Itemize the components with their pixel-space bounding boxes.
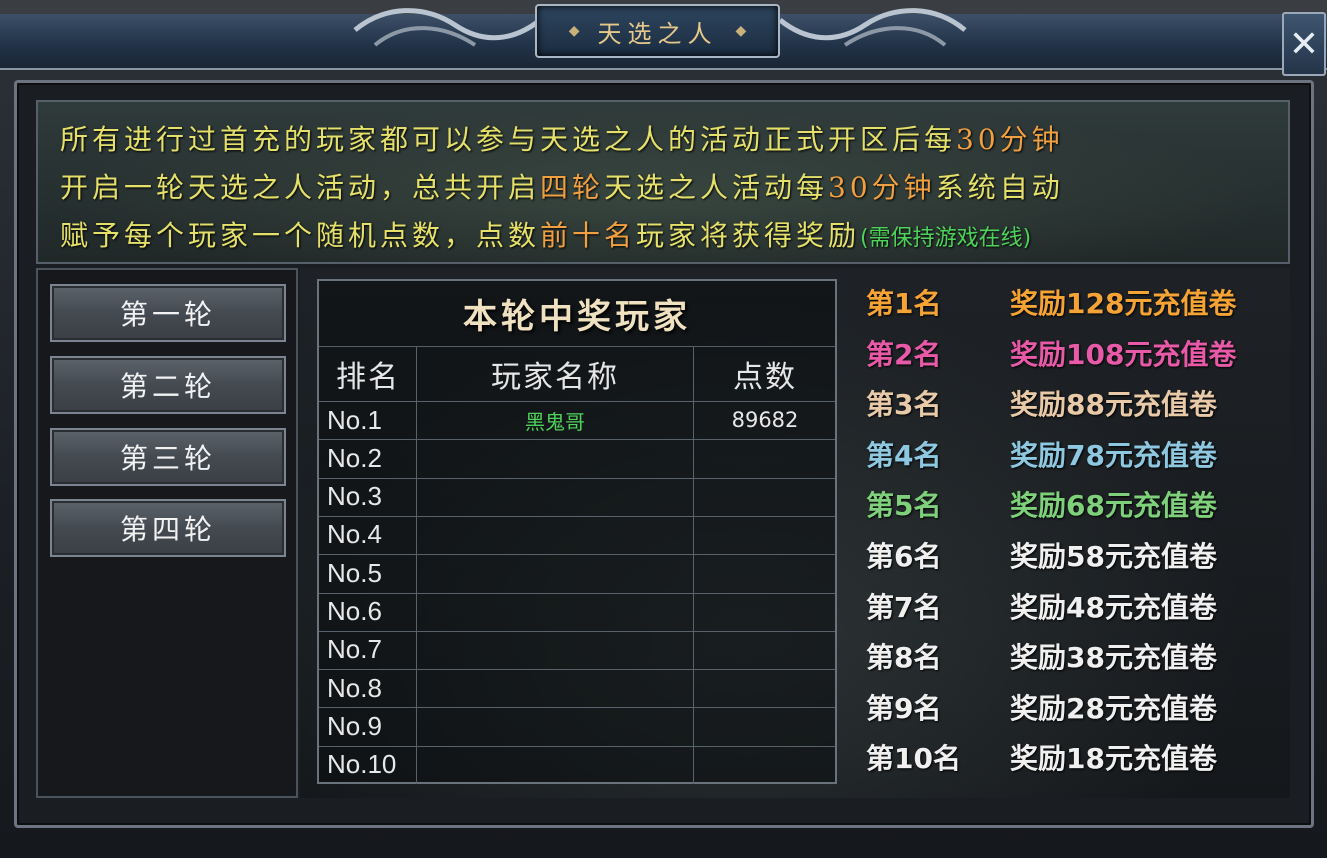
rank-cell: No.7 bbox=[327, 634, 382, 665]
rank-cell: No.4 bbox=[327, 519, 382, 550]
reward-text: 奖励18元充值卷 bbox=[1010, 742, 1217, 776]
desc-highlight: 四轮 bbox=[540, 171, 605, 204]
reward-text: 奖励48元充值卷 bbox=[1010, 590, 1217, 624]
left-ornament-icon bbox=[353, 8, 542, 47]
right-ornament-icon bbox=[778, 8, 967, 47]
event-description: 所有进行过首充的玩家都可以参与天选之人的活动正式开区后每30分钟 开启一轮天选之… bbox=[36, 100, 1290, 264]
rank-cell: No.3 bbox=[327, 481, 382, 512]
round-3-button[interactable]: 第三轮 bbox=[50, 428, 286, 486]
description-line-2: 开启一轮天选之人活动，总共开启四轮天选之人活动每30分钟系统自动 bbox=[60, 164, 1268, 212]
description-line-1: 所有进行过首充的玩家都可以参与天选之人的活动正式开区后每30分钟 bbox=[60, 116, 1268, 164]
reward-rank: 第1名 bbox=[866, 287, 942, 320]
desc-text: 系统自动 bbox=[935, 171, 1064, 204]
player-name-cell bbox=[417, 593, 693, 631]
diamond-icon: ◆ bbox=[735, 23, 747, 39]
player-name-cell bbox=[417, 439, 693, 477]
player-name-cell bbox=[417, 669, 693, 707]
reward-rank: 第2名 bbox=[866, 337, 942, 371]
rounds-panel: 第一轮 第二轮 第三轮 第四轮 bbox=[36, 268, 298, 798]
score-cell bbox=[695, 554, 835, 592]
score-cell bbox=[695, 516, 835, 554]
player-name-cell bbox=[417, 746, 693, 784]
rank-cell: No.9 bbox=[327, 710, 382, 741]
rank-cell: No.8 bbox=[327, 672, 382, 703]
desc-text: 开启一轮天选之人活动，总共开启 bbox=[60, 171, 541, 204]
score-cell: 89682 bbox=[731, 408, 799, 432]
title-plate: ◆ 天选之人 ◆ bbox=[535, 4, 780, 58]
column-divider bbox=[693, 347, 694, 784]
game-scene: ◆ 天选之人 ◆ ✕ 所有进行过首充的玩家都可以参与天选之人的活动正式开区后每3… bbox=[0, 0, 1327, 858]
column-header-name: 玩家名称 bbox=[491, 360, 619, 395]
score-cell bbox=[695, 631, 835, 669]
reward-row: 第5名 奖励68元充值卷 bbox=[866, 479, 1286, 529]
description-line-3: 赋予每个玩家一个随机点数，点数前十名玩家将获得奖励(需保持游戏在线) bbox=[60, 212, 1268, 263]
score-cell bbox=[695, 478, 835, 516]
round-4-button[interactable]: 第四轮 bbox=[50, 499, 286, 557]
reward-rank: 第10名 bbox=[866, 742, 961, 776]
reward-rank: 第5名 bbox=[866, 489, 942, 523]
reward-row: 第9名 奖励28元充值卷 bbox=[866, 682, 1286, 732]
desc-highlight: 30分钟 bbox=[956, 123, 1064, 156]
rank-cell: No.5 bbox=[327, 557, 382, 588]
reward-row: 第7名 奖励48元充值卷 bbox=[866, 581, 1286, 631]
reward-rank: 第3名 bbox=[866, 388, 942, 422]
reward-text: 奖励38元充值卷 bbox=[1010, 641, 1217, 675]
window-title: 天选之人 bbox=[597, 19, 718, 48]
desc-highlight: 30分钟 bbox=[828, 171, 936, 204]
online-note: (需保持游戏在线) bbox=[860, 226, 1032, 251]
reward-text: 奖励78元充值卷 bbox=[1010, 438, 1217, 472]
player-name-cell bbox=[417, 631, 693, 669]
reward-row: 第1名 奖励128元充值卷 bbox=[866, 277, 1286, 327]
desc-text: 天选之人活动每 bbox=[604, 171, 829, 204]
reward-text: 奖励68元充值卷 bbox=[1010, 489, 1217, 523]
score-cell bbox=[695, 669, 835, 707]
player-name-cell bbox=[417, 554, 693, 592]
reward-row: 第4名 奖励78元充值卷 bbox=[866, 429, 1286, 479]
player-name-cell bbox=[417, 516, 693, 554]
desc-text: 玩家将获得奖励 bbox=[636, 219, 861, 252]
reward-rank: 第6名 bbox=[866, 540, 942, 573]
column-header-score: 点数 bbox=[733, 360, 797, 395]
reward-rank: 第7名 bbox=[866, 590, 942, 624]
rank-cell: No.2 bbox=[327, 442, 382, 473]
score-cell bbox=[695, 439, 835, 477]
score-cell bbox=[695, 707, 835, 745]
reward-row: 第10名 奖励18元充值卷 bbox=[866, 732, 1286, 782]
reward-row: 第6名 奖励58元充值卷 bbox=[866, 530, 1286, 580]
player-name-cell bbox=[417, 478, 693, 516]
reward-row: 第3名 奖励88元充值卷 bbox=[866, 378, 1286, 428]
reward-text: 奖励108元充值卷 bbox=[1010, 337, 1237, 371]
score-cell bbox=[695, 593, 835, 631]
reward-row: 第8名 奖励38元充值卷 bbox=[866, 631, 1286, 681]
reward-row: 第2名 奖励108元充值卷 bbox=[866, 328, 1286, 378]
round-1-button[interactable]: 第一轮 bbox=[50, 284, 286, 342]
rank-cell: No.10 bbox=[327, 749, 397, 780]
close-icon: ✕ bbox=[1288, 23, 1320, 65]
desc-text: 赋予每个玩家一个随机点数，点数 bbox=[60, 219, 541, 252]
reward-rank: 第9名 bbox=[866, 691, 942, 725]
round-2-button[interactable]: 第二轮 bbox=[50, 356, 286, 414]
reward-text: 奖励128元充值卷 bbox=[1010, 287, 1237, 320]
close-button[interactable]: ✕ bbox=[1282, 12, 1326, 76]
table-title: 本轮中奖玩家 bbox=[319, 281, 835, 347]
reward-rank: 第4名 bbox=[866, 438, 942, 472]
winners-table: 本轮中奖玩家 排名 玩家名称 点数 No.1 黑鬼哥 89682 No.2 No.3 No… bbox=[317, 279, 837, 784]
rank-cell: No.1 bbox=[327, 404, 382, 435]
desc-text: 所有进行过首充的玩家都可以参与天选之人的活动正式开区后每 bbox=[60, 123, 957, 156]
reward-text: 奖励28元充值卷 bbox=[1010, 691, 1217, 725]
player-name-cell bbox=[417, 707, 693, 745]
column-header-rank: 排名 bbox=[336, 360, 400, 395]
player-name-cell: 黑鬼哥 bbox=[525, 409, 585, 434]
reward-text: 奖励58元充值卷 bbox=[1010, 540, 1217, 573]
desc-highlight: 前十名 bbox=[540, 219, 637, 252]
reward-text: 奖励88元充值卷 bbox=[1010, 388, 1217, 422]
rank-cell: No.6 bbox=[327, 596, 382, 626]
diamond-icon: ◆ bbox=[568, 23, 580, 39]
reward-rank: 第8名 bbox=[866, 641, 942, 675]
score-cell bbox=[695, 746, 835, 784]
